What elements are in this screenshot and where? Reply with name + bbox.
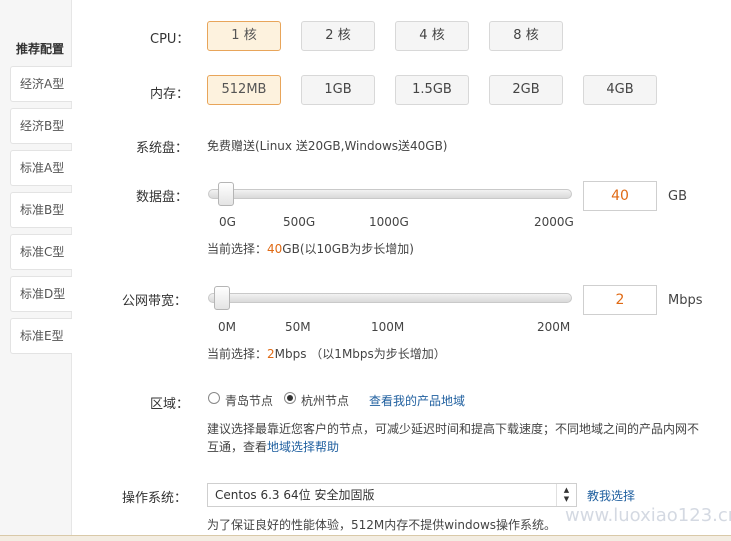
bandwidth-current: 当前选择：2Mbps （以1Mbps为步长增加） — [207, 345, 446, 362]
data-disk-current-prefix: 当前选择： — [207, 242, 268, 256]
data-disk-current: 当前选择：40GB(以10GB为步长增加) — [207, 240, 414, 257]
data-disk-tick: 1000G — [369, 215, 409, 229]
memory-label: 内存： — [150, 87, 190, 102]
bandwidth-current-value: 2 — [267, 347, 275, 361]
memory-option-1-5gb[interactable]: 1.5GB — [395, 75, 469, 105]
system-disk-info: 免费赠送(Linux 送20GB,Windows送40GB) — [207, 139, 448, 153]
data-disk-current-suffix: GB(以10GB为步长增加) — [282, 242, 414, 256]
watermark: www.luoxiao123.cn — [565, 505, 731, 526]
os-note: 为了保证良好的性能体验，512M内存不提供windows操作系统。 — [207, 518, 557, 532]
sidebar-item-standard-c[interactable]: 标准C型 — [10, 234, 72, 270]
sidebar: 推荐配置 经济A型 经济B型 标准A型 标准B型 标准C型 标准D型 标准E型 — [0, 0, 72, 541]
bandwidth-current-prefix: 当前选择： — [207, 347, 268, 361]
region-hint-line2-prefix: 互通，查看 — [207, 440, 268, 454]
memory-option-4gb[interactable]: 4GB — [583, 75, 657, 105]
sidebar-item-standard-e[interactable]: 标准E型 — [10, 318, 72, 354]
data-disk-tick: 0G — [219, 215, 236, 229]
sidebar-item-economy-a[interactable]: 经济A型 — [10, 66, 72, 102]
data-disk-slider-handle[interactable] — [217, 182, 234, 206]
data-disk-tick: 2000G — [534, 215, 574, 229]
sidebar-item-standard-a[interactable]: 标准A型 — [10, 150, 72, 186]
cpu-option-1[interactable]: 1 核 — [207, 21, 281, 51]
sidebar-item-economy-b[interactable]: 经济B型 — [10, 108, 72, 144]
region-radio-qingdao[interactable] — [208, 392, 220, 404]
sidebar-item-standard-d[interactable]: 标准D型 — [10, 276, 72, 312]
view-my-regions-link[interactable]: 查看我的产品地域 — [369, 392, 465, 409]
region-option-qingdao[interactable]: 青岛节点 — [225, 392, 273, 409]
cpu-label: CPU： — [150, 32, 190, 47]
region-hint-line1: 建议选择最靠近您客户的节点，可减少延迟时间和提高下载速度；不同地域之间的产品内网… — [207, 422, 700, 436]
bandwidth-slider-handle[interactable] — [214, 286, 231, 310]
bandwidth-tick: 50M — [285, 320, 311, 334]
sidebar-item-standard-b[interactable]: 标准B型 — [10, 192, 72, 228]
bandwidth-input[interactable]: 2 — [583, 285, 657, 315]
os-select[interactable]: Centos 6.3 64位 安全加固版 ▲ ▼ — [207, 483, 577, 507]
cpu-option-4[interactable]: 4 核 — [395, 21, 469, 51]
select-arrows-icon: ▲ ▼ — [556, 484, 576, 506]
bandwidth-slider-track[interactable] — [208, 293, 572, 303]
bandwidth-tick: 0M — [218, 320, 236, 334]
memory-option-1gb[interactable]: 1GB — [301, 75, 375, 105]
memory-option-2gb[interactable]: 2GB — [489, 75, 563, 105]
sidebar-title: 推荐配置 — [16, 42, 65, 56]
data-disk-tick: 500G — [283, 215, 316, 229]
data-disk-unit: GB — [668, 189, 687, 204]
cpu-option-8[interactable]: 8 核 — [489, 21, 563, 51]
bottom-strip — [0, 535, 731, 541]
data-disk-current-value: 40 — [267, 242, 283, 256]
os-help-link[interactable]: 教我选择 — [587, 487, 635, 504]
bandwidth-tick: 100M — [371, 320, 405, 334]
region-help-link[interactable]: 地域选择帮助 — [267, 440, 339, 454]
region-option-hangzhou[interactable]: 杭州节点 — [301, 392, 349, 409]
bandwidth-unit: Mbps — [668, 293, 703, 308]
bandwidth-current-suffix: Mbps （以1Mbps为步长增加） — [274, 347, 446, 361]
region-radio-hangzhou[interactable] — [284, 392, 296, 404]
data-disk-label: 数据盘： — [136, 190, 189, 205]
cpu-option-2[interactable]: 2 核 — [301, 21, 375, 51]
data-disk-slider-track[interactable] — [208, 189, 572, 199]
bandwidth-label: 公网带宽： — [122, 294, 188, 309]
region-hint-line2: 互通，查看地域选择帮助 — [207, 438, 339, 455]
system-disk-label: 系统盘： — [136, 141, 189, 156]
data-disk-input[interactable]: 40 — [583, 181, 657, 211]
bandwidth-tick: 200M — [537, 320, 571, 334]
os-select-value: Centos 6.3 64位 安全加固版 — [215, 488, 375, 502]
region-label: 区域： — [150, 397, 190, 412]
memory-option-512mb[interactable]: 512MB — [207, 75, 281, 105]
os-label: 操作系统： — [122, 491, 188, 506]
